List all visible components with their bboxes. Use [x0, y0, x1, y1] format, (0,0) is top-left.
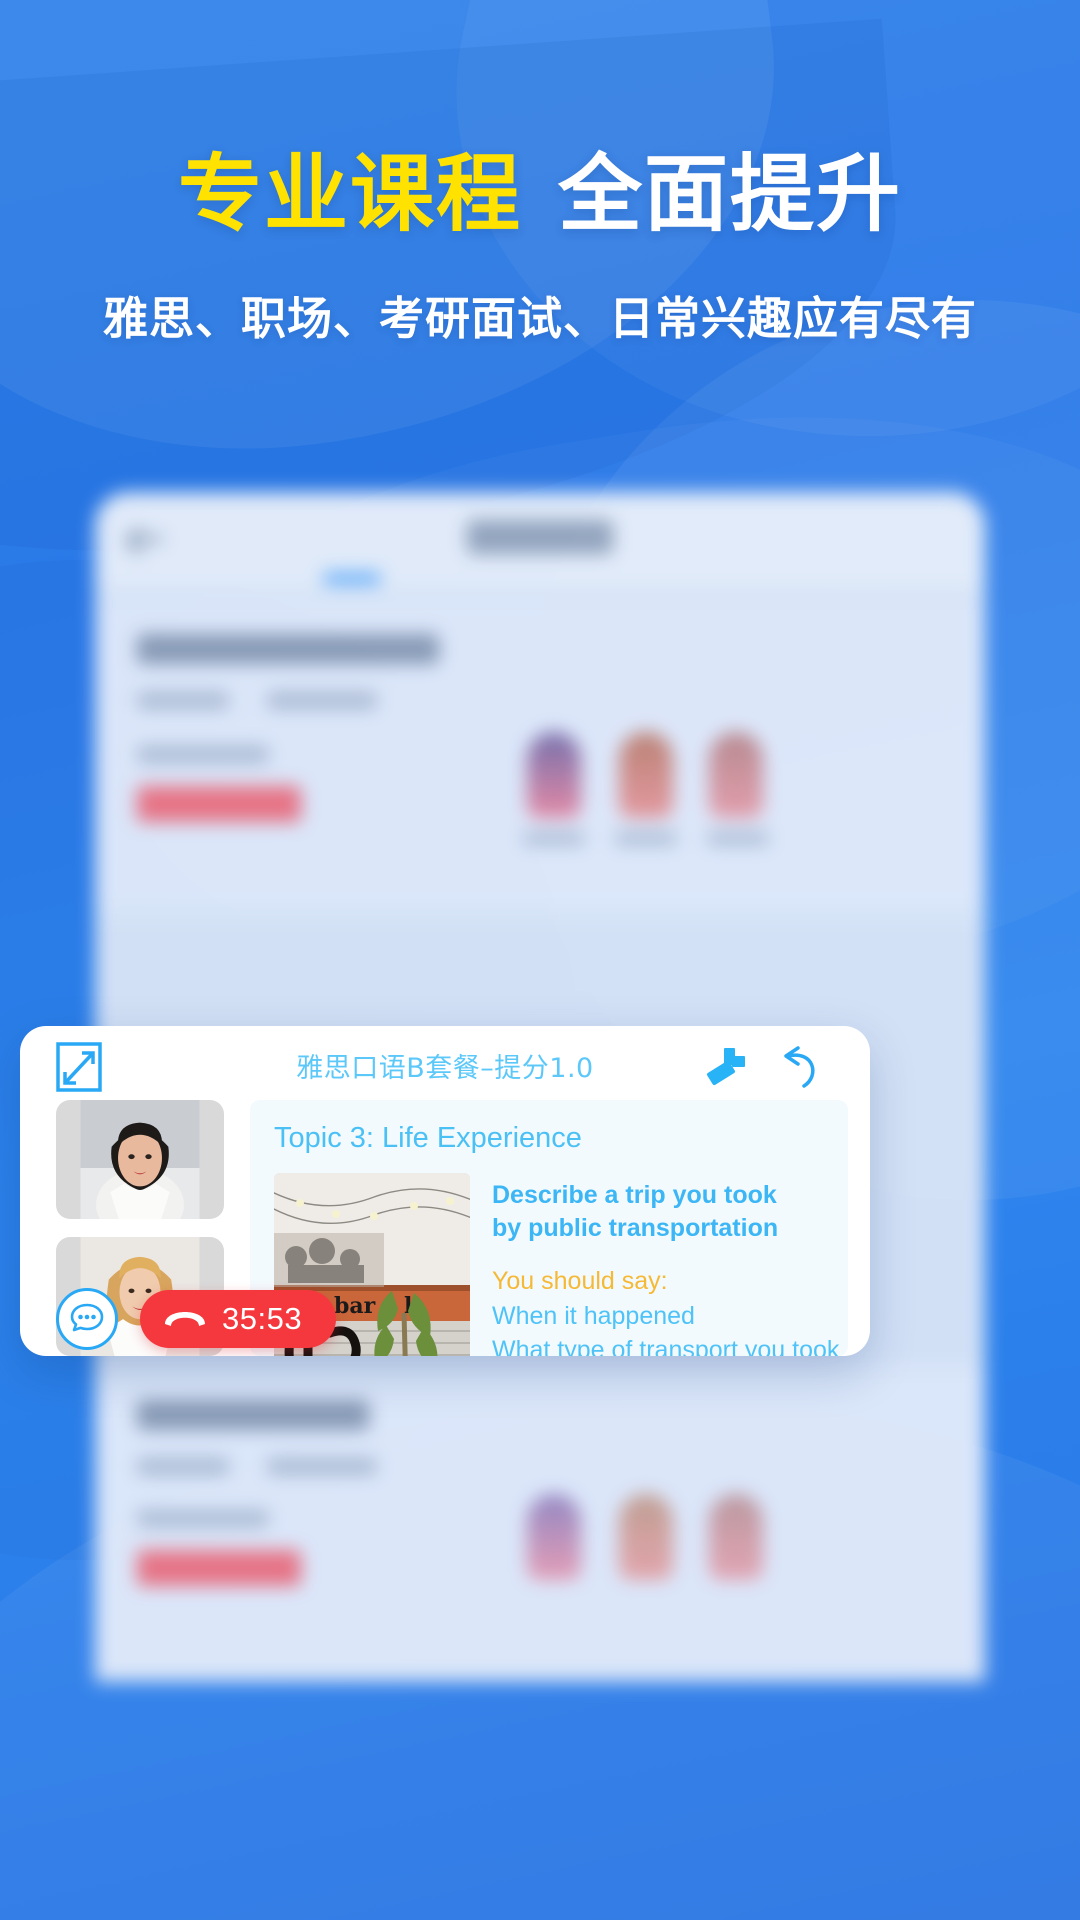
question-line: by public transportation: [492, 1214, 779, 1242]
blurred-course-card-1: [95, 604, 985, 904]
page-subtitle: 雅思、职场、考研面试、日常兴趣应有尽有: [102, 292, 977, 345]
hangup-button[interactable]: 35:53: [140, 1290, 336, 1348]
bullet-line: When it happened: [492, 1302, 695, 1330]
blurred-back-arrow-icon: [129, 528, 163, 550]
slide-content-row: bar k: [274, 1173, 839, 1356]
call-card-header: 雅思口语B套餐–提分1.0: [20, 1026, 870, 1100]
blurred-tab-indicator: [323, 574, 381, 583]
slide-text-block: Describe a trip you took by public trans…: [492, 1173, 839, 1356]
lesson-slide-panel: Topic 3: Life Experience bar Describe a …: [250, 1100, 848, 1356]
call-timer: 35:53: [222, 1301, 303, 1336]
call-controls: 35:53: [20, 1282, 336, 1356]
bullet-line: What type of transport you took: [492, 1335, 840, 1356]
blurred-course-card-3: [95, 1372, 985, 1672]
video-call-card: 雅思口语B套餐–提分1.0 Topic 3: Life Experience b…: [20, 1026, 870, 1356]
chat-button[interactable]: [56, 1288, 118, 1350]
page-title: 专业课程 全面提升: [0, 152, 1080, 236]
undo-icon[interactable]: [778, 1042, 824, 1090]
prompt-label: You should say:: [492, 1267, 668, 1295]
hero-section: 专业课程 全面提升 雅思、职场、考研面试、日常兴趣应有尽有: [0, 0, 1080, 347]
phone-hangup-icon: [162, 1304, 208, 1335]
chat-bubble-icon: [69, 1299, 105, 1340]
question-line: Describe a trip you took: [492, 1181, 777, 1209]
slide-topic-title: Topic 3: Life Experience: [274, 1122, 582, 1154]
headline-primary: 专业课程: [177, 145, 522, 243]
blurred-navbar: [95, 492, 985, 588]
headline-secondary: 全面提升: [558, 145, 903, 243]
brush-icon[interactable]: [704, 1044, 748, 1088]
blurred-nav-title: [467, 520, 613, 554]
participant-video-teacher[interactable]: [56, 1100, 224, 1219]
svg-text:bar: bar: [334, 1293, 376, 1319]
